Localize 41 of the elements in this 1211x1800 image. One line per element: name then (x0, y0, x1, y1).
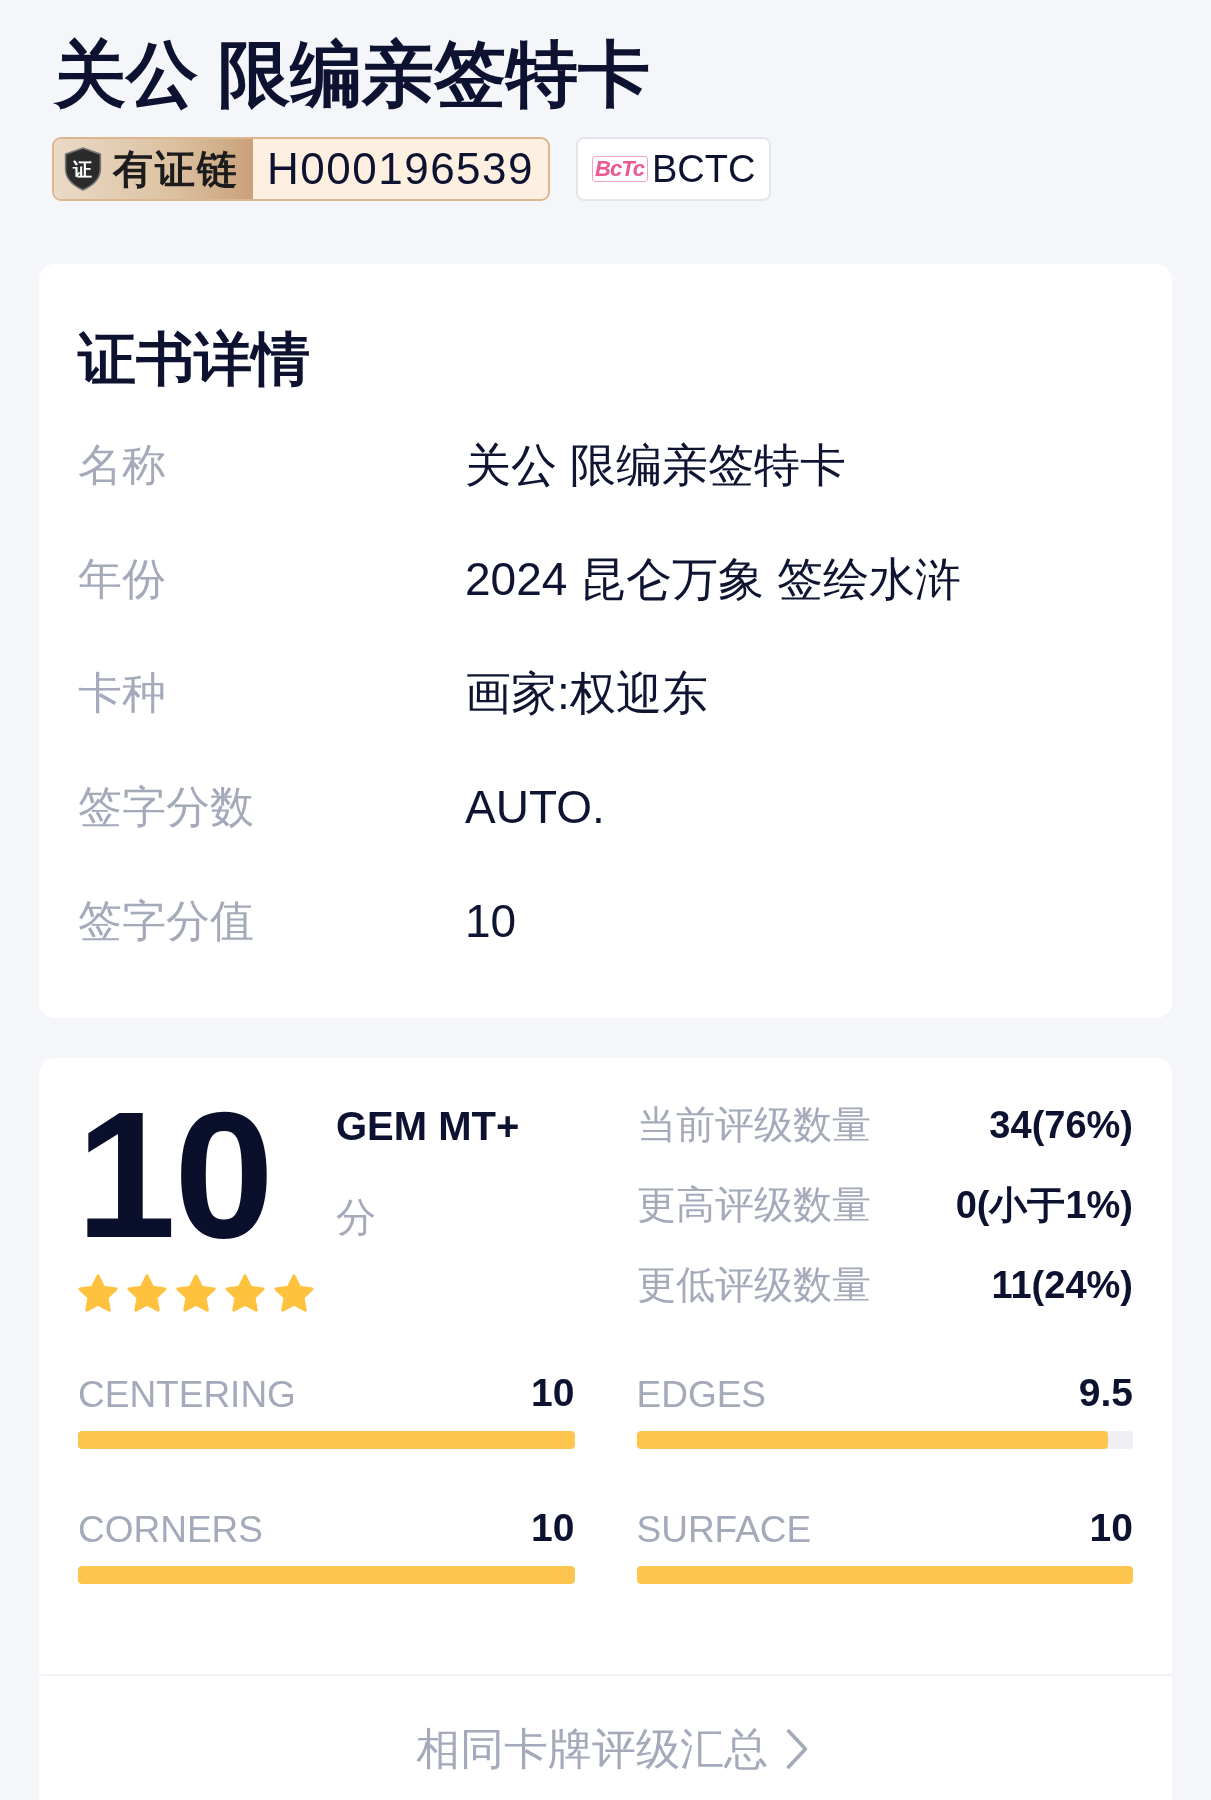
subgrade-score: 9.5 (1078, 1371, 1133, 1415)
field-value: 关公 限编亲签特卡 (465, 438, 846, 493)
stat-value: 11(24%) (991, 1263, 1133, 1308)
grader-name: BCTC (652, 147, 756, 192)
subgrade-score: 10 (531, 1371, 575, 1415)
subgrade-label: CORNERS (78, 1508, 264, 1552)
chevron-icon (785, 1729, 808, 1769)
chain-label: 有证链 (113, 146, 239, 193)
star-icon (78, 1274, 118, 1312)
field-label: 签字分数 (78, 781, 254, 833)
field-label: 签字分值 (78, 895, 254, 947)
field-value: 画家:权迎东 (465, 666, 708, 721)
field-value: AUTO. (465, 780, 605, 835)
field-value: 10 (465, 894, 517, 949)
field-label: 卡种 (78, 667, 166, 719)
field-label: 年份 (78, 553, 166, 605)
stat-label: 更低评级数量 (637, 1262, 871, 1308)
logo-icon: BcTc (592, 156, 648, 182)
grade-name: GEM MT+ (336, 1103, 520, 1150)
certificate-number: H000196539 (266, 143, 535, 195)
subgrade-label: EDGES (636, 1373, 767, 1417)
score-unit: 分 (336, 1194, 376, 1241)
subgrade-score: 10 (531, 1506, 575, 1550)
section-heading: 证书详情 (78, 325, 310, 392)
star-icon (176, 1274, 216, 1312)
subgrade-label: SURFACE (636, 1508, 812, 1552)
star-icon (225, 1274, 265, 1312)
subgrade-score: 10 (1089, 1506, 1133, 1550)
shield-icon: 证 (64, 147, 102, 191)
page-title: 关公 限编亲签特卡 (54, 33, 650, 116)
field-label: 名称 (78, 439, 166, 491)
field-value: 2024 昆仑万象 签绘水浒 (465, 552, 961, 607)
star-icon (274, 1274, 314, 1312)
star-icon (127, 1274, 167, 1312)
grade-score: 10 (76, 1085, 273, 1265)
summary-link[interactable]: 相同卡牌评级汇总 (415, 1722, 808, 1776)
subgrade-label: CENTERING (78, 1373, 296, 1417)
stat-label: 更高评级数量 (637, 1182, 871, 1228)
stat-value: 0(小于1%) (955, 1183, 1133, 1228)
stat-label: 当前评级数量 (637, 1102, 871, 1148)
stat-value: 34(76%) (989, 1103, 1133, 1148)
